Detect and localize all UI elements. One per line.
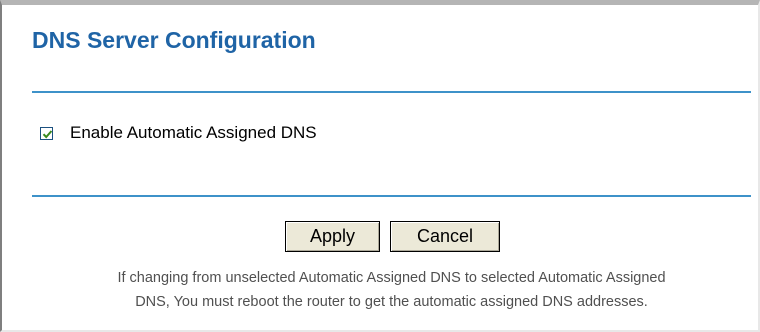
reboot-note-line-2: DNS, You must reboot the router to get t… [135, 294, 648, 310]
apply-button[interactable]: Apply [285, 221, 380, 252]
auto-dns-label: Enable Automatic Assigned DNS [70, 123, 317, 142]
divider-bottom [32, 195, 751, 197]
reboot-note: If changing from unselected Automatic As… [32, 266, 751, 314]
reboot-note-line-1: If changing from unselected Automatic As… [117, 270, 666, 286]
auto-dns-option[interactable]: Enable Automatic Assigned DNS [40, 123, 317, 143]
action-buttons: Apply Cancel [285, 221, 500, 252]
page-title: DNS Server Configuration [32, 27, 316, 53]
checkmark-icon [42, 129, 53, 138]
config-panel: DNS Server Configuration Enable Automati… [0, 0, 760, 332]
divider-top [32, 91, 751, 93]
cancel-button[interactable]: Cancel [390, 221, 500, 252]
auto-dns-checkbox[interactable] [40, 126, 53, 140]
